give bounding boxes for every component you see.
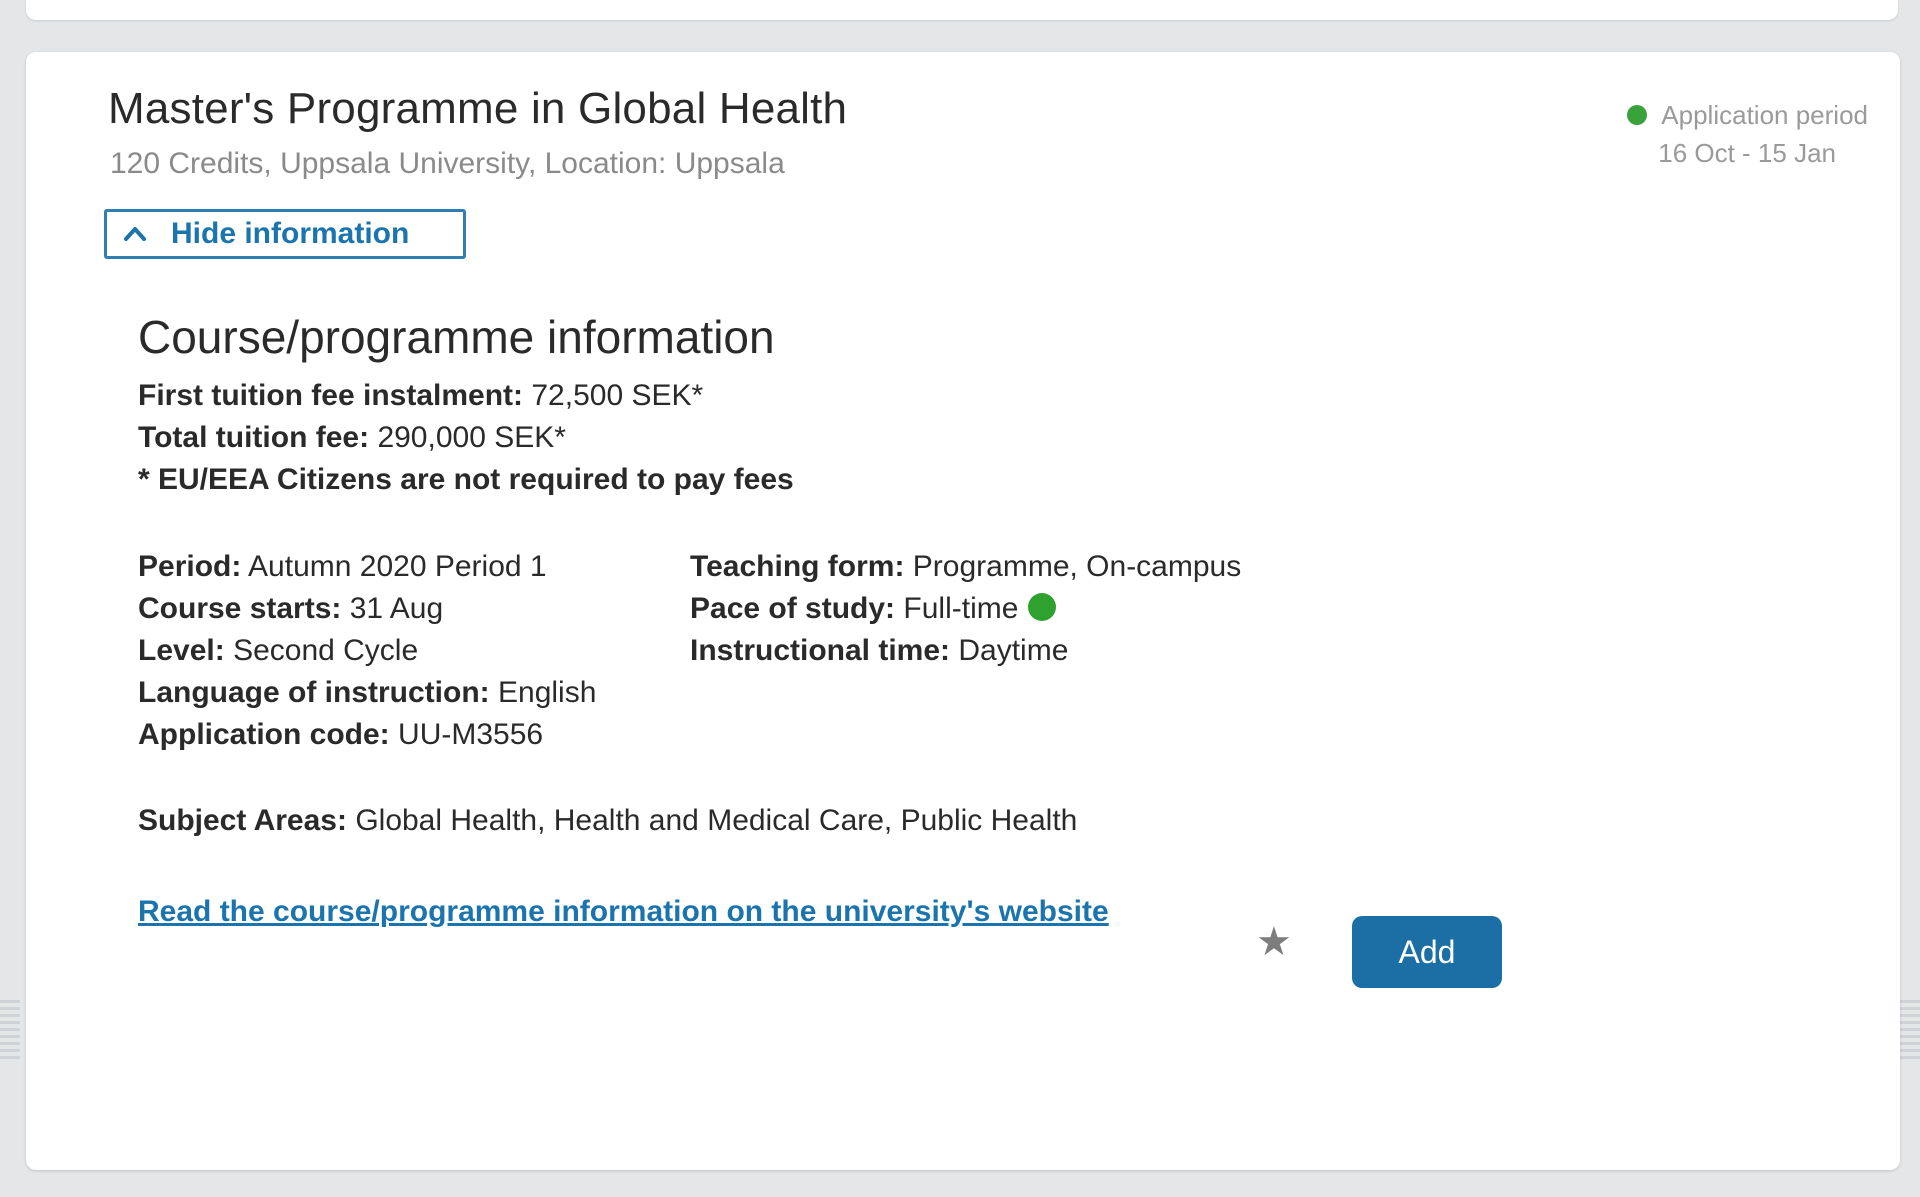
detail-label: Teaching form: (690, 550, 905, 583)
university-website-link[interactable]: Read the course/programme information on… (138, 895, 1109, 929)
detail-label: Level: (138, 634, 225, 667)
subject-areas-value: Global Health, Health and Medical Care, … (355, 804, 1078, 837)
background-stripes (0, 1000, 20, 1060)
application-period-label: Application period (1661, 100, 1868, 130)
detail-value: UU-M3556 (398, 718, 544, 751)
detail-value: English (498, 676, 597, 709)
detail-teaching-form: Teaching form: Programme, On-campus (690, 546, 1241, 588)
background-stripes (1900, 1000, 1920, 1060)
detail-label: Instructional time: (690, 634, 951, 667)
detail-value: Second Cycle (233, 634, 419, 667)
hide-information-label: Hide information (171, 217, 410, 250)
detail-period: Period: Autumn 2020 Period 1 (138, 546, 596, 588)
detail-label: Period: (138, 550, 242, 583)
application-status: Application period 16 Oct - 15 Jan (1627, 96, 1868, 172)
total-tuition-fee: Total tuition fee: 290,000 SEK* (138, 421, 566, 455)
detail-label: Language of instruction: (138, 676, 490, 709)
total-fee-value: 290,000 SEK* (377, 421, 566, 454)
programme-card: Master's Programme in Global Health 120 … (26, 52, 1900, 1170)
programme-subtitle: 120 Credits, Uppsala University, Locatio… (110, 147, 785, 180)
details-right-column: Teaching form: Programme, On-campus Pace… (690, 546, 1241, 672)
detail-instructional-time: Instructional time: Daytime (690, 630, 1241, 672)
first-fee-label: First tuition fee instalment: (138, 379, 524, 412)
detail-label: Application code: (138, 718, 390, 751)
detail-application-code: Application code: UU-M3556 (138, 714, 596, 756)
detail-value: 31 Aug (349, 592, 444, 625)
total-fee-label: Total tuition fee: (138, 421, 370, 454)
status-dot-icon (1627, 105, 1648, 125)
first-tuition-fee: First tuition fee instalment: 72,500 SEK… (138, 379, 703, 413)
detail-course-starts: Course starts: 31 Aug (138, 588, 596, 630)
detail-label: Course starts: (138, 592, 342, 625)
chevron-up-icon (121, 220, 149, 248)
detail-value: Autumn 2020 Period 1 (248, 550, 547, 583)
previous-card (26, 0, 1898, 20)
section-heading: Course/programme information (138, 311, 775, 363)
subject-areas: Subject Areas: Global Health, Health and… (138, 804, 1077, 838)
application-period-dates: 16 Oct - 15 Jan (1658, 138, 1836, 168)
programme-title: Master's Programme in Global Health (108, 84, 848, 133)
add-button[interactable]: Add (1352, 916, 1502, 988)
fee-note: * EU/EEA Citizens are not required to pa… (138, 463, 794, 496)
hide-information-button[interactable]: Hide information (104, 209, 466, 259)
detail-value: Daytime (958, 634, 1069, 667)
detail-level: Level: Second Cycle (138, 630, 596, 672)
first-fee-value: 72,500 SEK* (531, 379, 704, 412)
detail-value: Programme, On-campus (912, 550, 1242, 583)
detail-pace-of-study: Pace of study: Full-time (690, 588, 1241, 630)
subject-areas-label: Subject Areas: (138, 804, 347, 837)
detail-value: Full-time (903, 592, 1019, 625)
detail-label: Pace of study: (690, 592, 896, 625)
detail-language: Language of instruction: English (138, 672, 596, 714)
full-time-indicator-icon (1028, 593, 1057, 622)
details-left-column: Period: Autumn 2020 Period 1 Course star… (138, 546, 596, 756)
star-icon[interactable]: ★ (1256, 922, 1296, 962)
